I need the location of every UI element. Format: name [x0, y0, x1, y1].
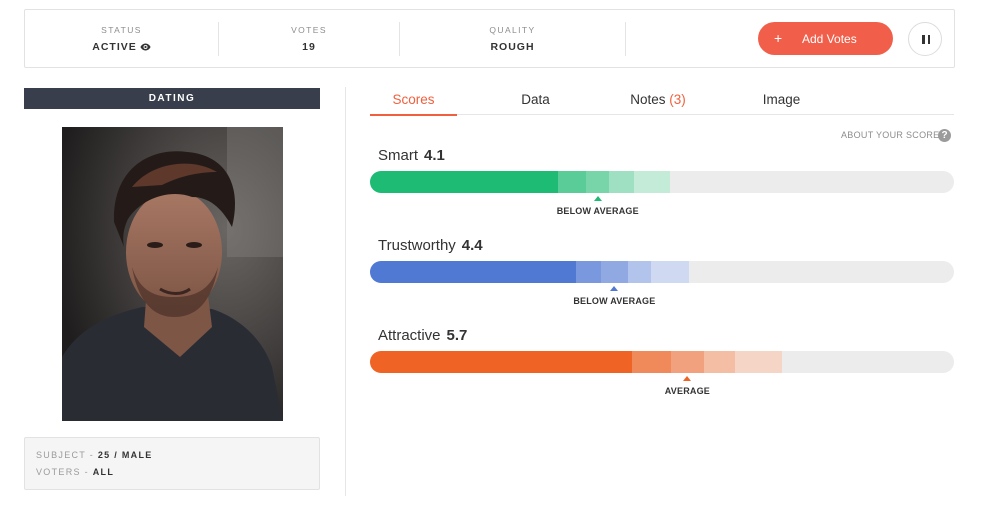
score-name: Trustworthy — [378, 237, 456, 254]
votes-value: 19 — [302, 41, 316, 53]
status-label: STATUS — [101, 25, 142, 35]
score-bar-segment — [633, 171, 671, 193]
quality-stat: QUALITY ROUGH — [400, 10, 625, 67]
pause-icon — [927, 35, 930, 44]
add-votes-button[interactable]: + Add Votes — [758, 22, 893, 55]
pause-button[interactable] — [908, 22, 942, 56]
subject-photo — [62, 127, 283, 421]
score-bar — [370, 261, 954, 283]
score-bar-segment — [586, 171, 610, 193]
score-bar-segment — [631, 351, 671, 373]
tab-image[interactable]: Image — [744, 92, 819, 115]
score-bar-segment — [576, 261, 601, 283]
status-value: ACTIVE — [92, 41, 137, 53]
notes-count: (3) — [669, 92, 686, 107]
column-divider — [345, 87, 346, 496]
score-bar — [370, 351, 954, 373]
add-votes-label: Add Votes — [802, 32, 857, 46]
tab-data[interactable]: Data — [498, 92, 573, 115]
score-bar-segment — [370, 171, 559, 193]
tab-scores[interactable]: Scores — [370, 92, 457, 116]
votes-stat: VOTES 19 — [219, 10, 399, 67]
score-bar-segment — [558, 171, 587, 193]
score-marker — [610, 286, 619, 291]
status-stat: STATUS ACTIVE — [25, 10, 218, 67]
score-bar-segment — [670, 351, 705, 373]
score-verdict: BELOW AVERAGE — [573, 296, 656, 306]
score-title: Trustworthy 4.4 — [378, 237, 483, 254]
score-marker — [683, 376, 692, 381]
quality-value: ROUGH — [490, 41, 535, 53]
pause-icon — [922, 35, 925, 44]
score-name: Attractive — [378, 327, 441, 344]
tab-notes[interactable]: Notes (3) — [618, 92, 698, 115]
subject-info: SUBJECT - 25 / MALE VOTERS - ALL — [24, 437, 320, 490]
voters-row: VOTERS - ALL — [36, 467, 115, 477]
plus-icon: + — [774, 30, 783, 46]
subject-value: 25 / MALE — [97, 450, 153, 460]
quality-label: QUALITY — [489, 25, 536, 35]
voters-value: ALL — [92, 467, 115, 477]
divider — [625, 22, 626, 56]
score-verdict: AVERAGE — [664, 386, 711, 396]
score-bar — [370, 171, 954, 193]
score-bar-segment — [609, 171, 634, 193]
score-bar-segment — [628, 261, 652, 283]
score-bar-segment — [735, 351, 783, 373]
score-title: Smart 4.1 — [378, 147, 445, 164]
eye-icon — [140, 43, 151, 51]
score-value: 4.4 — [461, 237, 483, 254]
score-marker — [593, 196, 602, 201]
about-scores-link[interactable]: ABOUT YOUR SCORES — [841, 130, 946, 140]
score-bar-segment — [370, 351, 632, 373]
score-title: Attractive 5.7 — [378, 327, 467, 344]
votes-label: VOTES — [291, 25, 327, 35]
score-verdict: BELOW AVERAGE — [556, 206, 639, 216]
score-value: 5.7 — [446, 327, 468, 344]
tab-bar: Scores Data Notes (3) Image — [370, 92, 954, 116]
category-header: DATING — [24, 88, 320, 109]
score-bar-segment — [704, 351, 735, 373]
score-bar-segment — [651, 261, 689, 283]
stats-bar: STATUS ACTIVE VOTES 19 QUALITY ROUGH + A… — [24, 9, 955, 68]
score-bar-segment — [370, 261, 577, 283]
score-name: Smart — [378, 147, 419, 164]
subject-row: SUBJECT - 25 / MALE — [36, 450, 153, 460]
score-value: 4.1 — [424, 147, 445, 164]
score-bar-segment — [600, 261, 629, 283]
help-icon[interactable]: ? — [938, 129, 951, 142]
